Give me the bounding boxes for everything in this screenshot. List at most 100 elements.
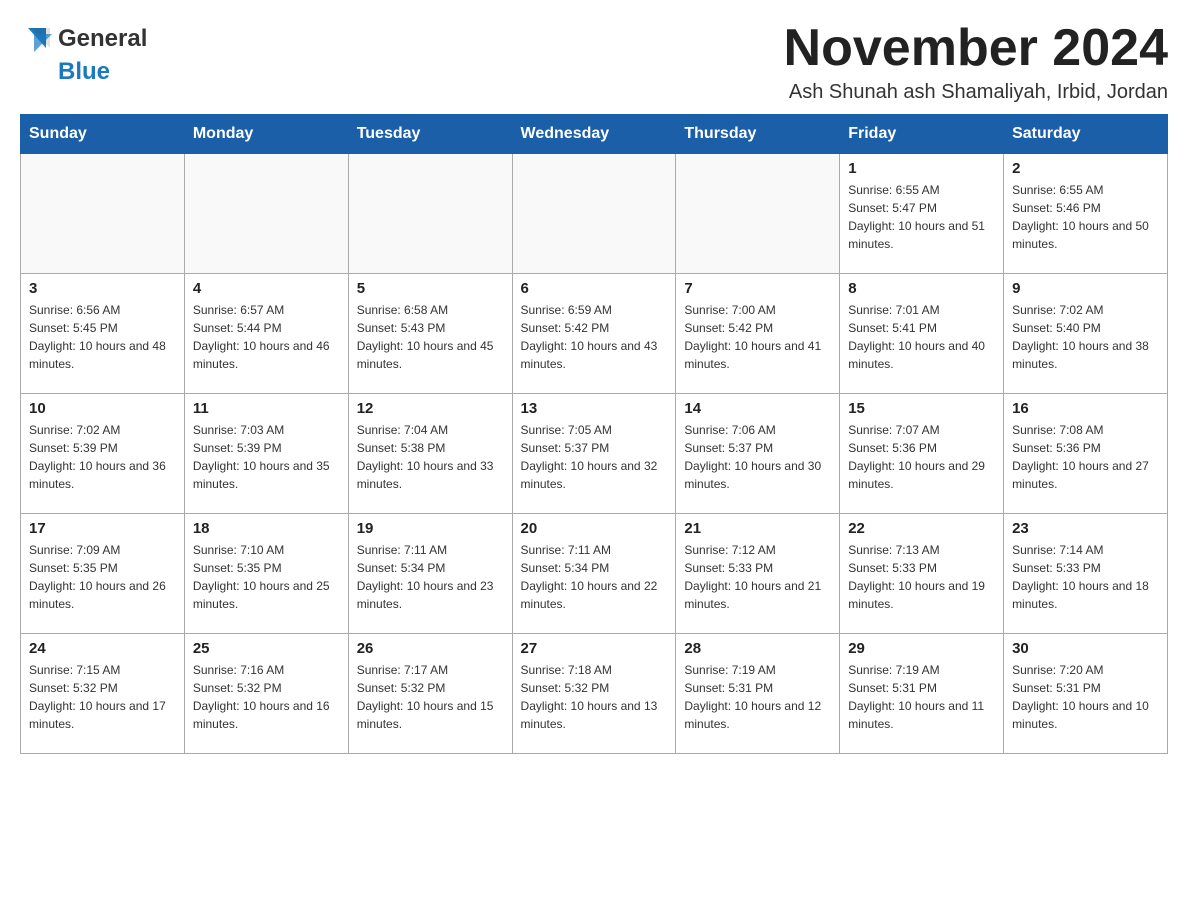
day-number: 8: [848, 280, 995, 297]
day-number: 6: [521, 280, 668, 297]
calendar-cell: 12 Sunrise: 7:04 AMSunset: 5:38 PMDayligh…: [348, 394, 512, 514]
calendar-cell: 20 Sunrise: 7:11 AMSunset: 5:34 PMDayligh…: [512, 514, 676, 634]
calendar-cell: 8 Sunrise: 7:01 AMSunset: 5:41 PMDaylight…: [840, 274, 1004, 394]
calendar-week-row: 24 Sunrise: 7:15 AMSunset: 5:32 PMDayligh…: [21, 634, 1168, 754]
title-area: November 2024 Ash Shunah ash Shamaliyah,…: [784, 20, 1168, 104]
day-info: Sunrise: 7:19 AMSunset: 5:31 PMDaylight:…: [684, 661, 831, 733]
calendar-cell: [184, 154, 348, 274]
calendar-header-row: SundayMondayTuesdayWednesdayThursdayFrid…: [21, 115, 1168, 154]
day-info: Sunrise: 6:59 AMSunset: 5:42 PMDaylight:…: [521, 301, 668, 373]
calendar-week-row: 10Sunrise: 7:02 AMSunset: 5:39 PMDayligh…: [21, 394, 1168, 514]
day-number: 20: [521, 520, 668, 537]
day-header-wednesday: Wednesday: [512, 115, 676, 154]
calendar-cell: 27Sunrise: 7:18 AMSunset: 5:32 PMDayligh…: [512, 634, 676, 754]
logo-icon: [20, 20, 58, 58]
day-number: 14: [684, 400, 831, 417]
day-number: 2: [1012, 160, 1159, 177]
calendar-cell: 19 Sunrise: 7:11 AMSunset: 5:34 PMDayligh…: [348, 514, 512, 634]
calendar-cell: [512, 154, 676, 274]
calendar-cell: 30Sunrise: 7:20 AMSunset: 5:31 PMDayligh…: [1004, 634, 1168, 754]
calendar-cell: 7 Sunrise: 7:00 AMSunset: 5:42 PMDaylight…: [676, 274, 840, 394]
day-info: Sunrise: 7:07 AMSunset: 5:36 PMDaylight:…: [848, 421, 995, 493]
day-info: Sunrise: 7:19 AMSunset: 5:31 PMDaylight:…: [848, 661, 995, 733]
day-info: Sunrise: 7:02 AMSunset: 5:40 PMDaylight:…: [1012, 301, 1159, 373]
day-number: 28: [684, 640, 831, 657]
day-number: 15: [848, 400, 995, 417]
day-number: 25: [193, 640, 340, 657]
day-info: Sunrise: 6:55 AMSunset: 5:46 PMDaylight:…: [1012, 181, 1159, 253]
day-header-friday: Friday: [840, 115, 1004, 154]
calendar-table: SundayMondayTuesdayWednesdayThursdayFrid…: [20, 114, 1168, 754]
calendar-cell: 6 Sunrise: 6:59 AMSunset: 5:42 PMDaylight…: [512, 274, 676, 394]
day-info: Sunrise: 7:11 AMSunset: 5:34 PMDaylight:…: [521, 541, 668, 613]
day-info: Sunrise: 7:10 AMSunset: 5:35 PMDaylight:…: [193, 541, 340, 613]
day-number: 12: [357, 400, 504, 417]
location-subtitle: Ash Shunah ash Shamaliyah, Irbid, Jordan: [784, 81, 1168, 104]
calendar-cell: 10Sunrise: 7:02 AMSunset: 5:39 PMDayligh…: [21, 394, 185, 514]
calendar-cell: [676, 154, 840, 274]
calendar-cell: 29Sunrise: 7:19 AMSunset: 5:31 PMDayligh…: [840, 634, 1004, 754]
day-info: Sunrise: 7:15 AMSunset: 5:32 PMDaylight:…: [29, 661, 176, 733]
day-number: 18: [193, 520, 340, 537]
day-number: 22: [848, 520, 995, 537]
day-number: 17: [29, 520, 176, 537]
calendar-cell: [21, 154, 185, 274]
day-info: Sunrise: 7:06 AMSunset: 5:37 PMDaylight:…: [684, 421, 831, 493]
day-info: Sunrise: 7:13 AMSunset: 5:33 PMDaylight:…: [848, 541, 995, 613]
logo-general-text: General: [58, 25, 147, 53]
day-number: 1: [848, 160, 995, 177]
day-number: 13: [521, 400, 668, 417]
calendar-cell: 16Sunrise: 7:08 AMSunset: 5:36 PMDayligh…: [1004, 394, 1168, 514]
calendar-cell: 17 Sunrise: 7:09 AMSunset: 5:35 PMDayligh…: [21, 514, 185, 634]
calendar-cell: 21Sunrise: 7:12 AMSunset: 5:33 PMDayligh…: [676, 514, 840, 634]
day-header-sunday: Sunday: [21, 115, 185, 154]
calendar-cell: 28 Sunrise: 7:19 AMSunset: 5:31 PMDayligh…: [676, 634, 840, 754]
day-header-monday: Monday: [184, 115, 348, 154]
calendar-cell: 13 Sunrise: 7:05 AMSunset: 5:37 PMDayligh…: [512, 394, 676, 514]
day-number: 23: [1012, 520, 1159, 537]
calendar-cell: 2 Sunrise: 6:55 AMSunset: 5:46 PMDaylight…: [1004, 154, 1168, 274]
calendar-cell: 5Sunrise: 6:58 AMSunset: 5:43 PMDaylight…: [348, 274, 512, 394]
calendar-cell: 23 Sunrise: 7:14 AMSunset: 5:33 PMDayligh…: [1004, 514, 1168, 634]
month-title: November 2024: [784, 20, 1168, 77]
day-header-tuesday: Tuesday: [348, 115, 512, 154]
calendar-cell: 14 Sunrise: 7:06 AMSunset: 5:37 PMDayligh…: [676, 394, 840, 514]
calendar-cell: 1 Sunrise: 6:55 AMSunset: 5:47 PMDaylight…: [840, 154, 1004, 274]
day-number: 24: [29, 640, 176, 657]
calendar-cell: 22 Sunrise: 7:13 AMSunset: 5:33 PMDayligh…: [840, 514, 1004, 634]
day-info: Sunrise: 7:04 AMSunset: 5:38 PMDaylight:…: [357, 421, 504, 493]
day-info: Sunrise: 7:09 AMSunset: 5:35 PMDaylight:…: [29, 541, 176, 613]
day-number: 3: [29, 280, 176, 297]
calendar-week-row: 1 Sunrise: 6:55 AMSunset: 5:47 PMDaylight…: [21, 154, 1168, 274]
calendar-week-row: 17 Sunrise: 7:09 AMSunset: 5:35 PMDayligh…: [21, 514, 1168, 634]
day-number: 16: [1012, 400, 1159, 417]
logo-blue-text: Blue: [58, 58, 110, 86]
calendar-cell: 9 Sunrise: 7:02 AMSunset: 5:40 PMDaylight…: [1004, 274, 1168, 394]
day-info: Sunrise: 7:12 AMSunset: 5:33 PMDaylight:…: [684, 541, 831, 613]
day-number: 10: [29, 400, 176, 417]
calendar-cell: 18 Sunrise: 7:10 AMSunset: 5:35 PMDayligh…: [184, 514, 348, 634]
day-info: Sunrise: 7:05 AMSunset: 5:37 PMDaylight:…: [521, 421, 668, 493]
day-number: 11: [193, 400, 340, 417]
logo: General: [20, 20, 147, 58]
day-info: Sunrise: 7:14 AMSunset: 5:33 PMDaylight:…: [1012, 541, 1159, 613]
calendar-cell: 3 Sunrise: 6:56 AMSunset: 5:45 PMDaylight…: [21, 274, 185, 394]
day-number: 26: [357, 640, 504, 657]
day-header-thursday: Thursday: [676, 115, 840, 154]
day-number: 7: [684, 280, 831, 297]
day-number: 27: [521, 640, 668, 657]
day-info: Sunrise: 6:55 AMSunset: 5:47 PMDaylight:…: [848, 181, 995, 253]
day-number: 9: [1012, 280, 1159, 297]
day-info: Sunrise: 6:56 AMSunset: 5:45 PMDaylight:…: [29, 301, 176, 373]
day-number: 19: [357, 520, 504, 537]
calendar-cell: 25Sunrise: 7:16 AMSunset: 5:32 PMDayligh…: [184, 634, 348, 754]
day-info: Sunrise: 7:11 AMSunset: 5:34 PMDaylight:…: [357, 541, 504, 613]
day-info: Sunrise: 7:03 AMSunset: 5:39 PMDaylight:…: [193, 421, 340, 493]
day-info: Sunrise: 7:17 AMSunset: 5:32 PMDaylight:…: [357, 661, 504, 733]
day-header-saturday: Saturday: [1004, 115, 1168, 154]
day-info: Sunrise: 7:01 AMSunset: 5:41 PMDaylight:…: [848, 301, 995, 373]
calendar-cell: [348, 154, 512, 274]
day-info: Sunrise: 7:00 AMSunset: 5:42 PMDaylight:…: [684, 301, 831, 373]
calendar-cell: 4Sunrise: 6:57 AMSunset: 5:44 PMDaylight…: [184, 274, 348, 394]
day-number: 30: [1012, 640, 1159, 657]
